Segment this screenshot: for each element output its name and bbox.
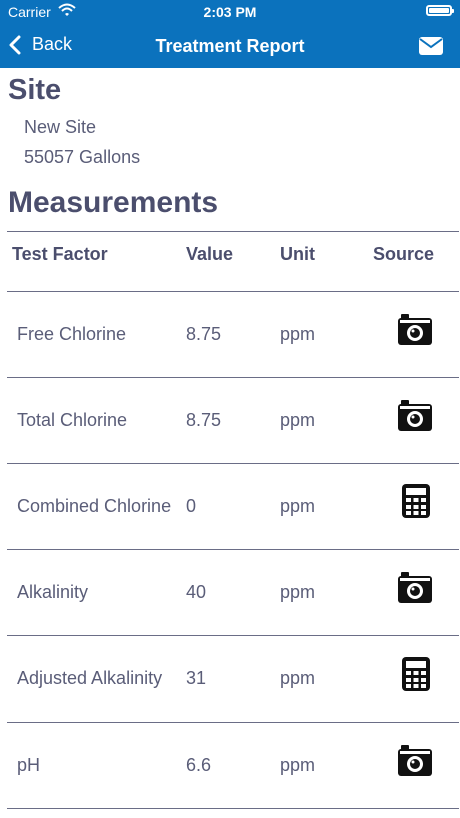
- measurements-heading: Measurements: [8, 186, 219, 219]
- site-name: New Site: [24, 117, 97, 137]
- row-factor: pH: [17, 755, 41, 775]
- row-value: 8.75: [186, 410, 222, 430]
- row-factor: Combined Chlorine: [17, 496, 172, 516]
- row-value: 6.6: [186, 755, 212, 775]
- row-unit: ppm: [280, 496, 316, 516]
- site-heading: Site: [8, 74, 62, 106]
- row-value: 31: [186, 668, 207, 688]
- camera-icon: [398, 400, 432, 431]
- camera-icon: [398, 314, 432, 345]
- divider: [7, 463, 459, 464]
- row-unit: ppm: [280, 324, 316, 344]
- column-header-unit: Unit: [280, 244, 315, 264]
- page-title: Treatment Report: [155, 36, 305, 56]
- divider: [7, 231, 459, 232]
- divider: [7, 549, 459, 550]
- row-value: 40: [186, 582, 207, 602]
- row-unit: ppm: [280, 410, 316, 430]
- row-unit: ppm: [280, 668, 316, 688]
- divider: [7, 808, 459, 809]
- camera-icon: [398, 572, 432, 603]
- row-unit: ppm: [280, 582, 316, 602]
- mail-icon[interactable]: [418, 36, 444, 56]
- row-unit: ppm: [280, 755, 316, 775]
- battery-icon: [426, 5, 454, 16]
- status-bar: Carrier 2:03 PM: [0, 0, 460, 24]
- divider: [7, 635, 459, 636]
- navigation-bar: Carrier 2:03 PM Back Treatment Report: [0, 0, 460, 68]
- column-header-source: Source: [373, 244, 435, 264]
- row-value: 8.75: [186, 324, 222, 344]
- row-factor: Adjusted Alkalinity: [17, 668, 163, 688]
- camera-icon: [398, 745, 432, 776]
- row-factor: Alkalinity: [17, 582, 89, 602]
- column-header-value: Value: [186, 244, 234, 264]
- row-factor: Total Chlorine: [17, 410, 128, 430]
- site-volume: 55057 Gallons: [24, 147, 141, 167]
- column-header-test-factor: Test Factor: [12, 244, 108, 264]
- row-value: 0: [186, 496, 197, 516]
- divider: [7, 722, 459, 723]
- row-factor: Free Chlorine: [17, 324, 127, 344]
- calculator-icon: [402, 657, 430, 691]
- calculator-icon: [402, 484, 430, 518]
- clock: 2:03 PM: [203, 4, 257, 20]
- divider: [7, 377, 459, 378]
- divider: [7, 291, 459, 292]
